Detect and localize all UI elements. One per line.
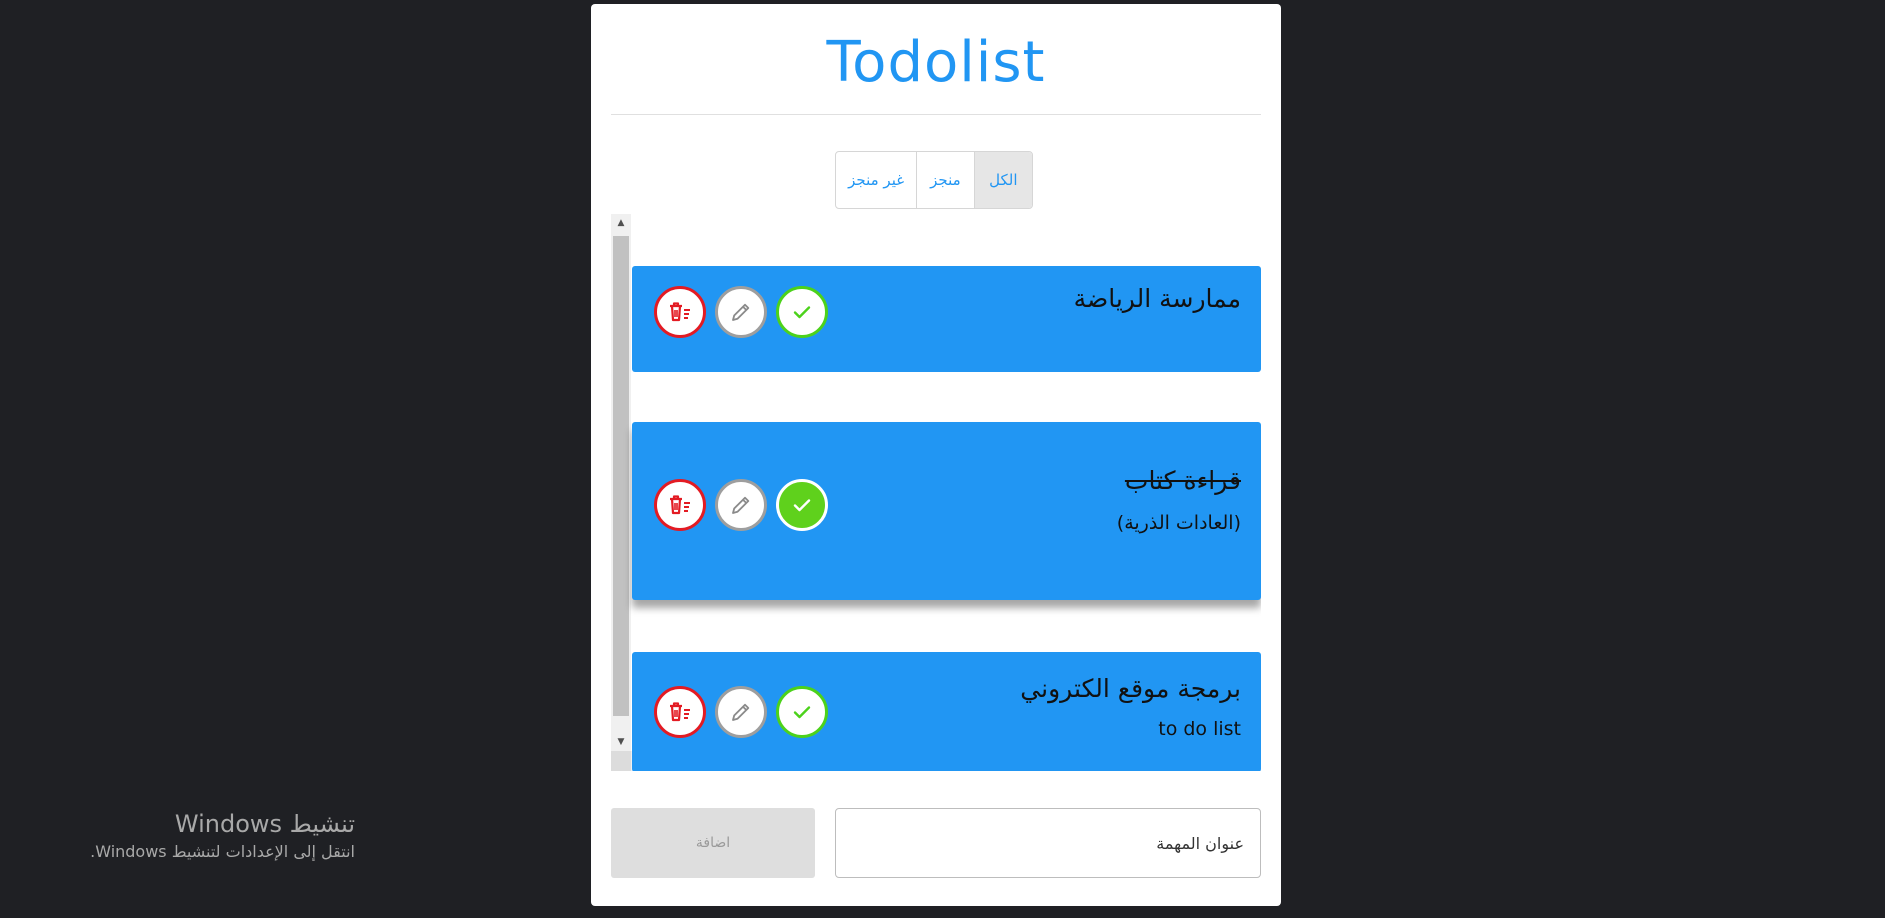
app-title: Todolist — [826, 30, 1046, 95]
task-item: ممارسة الرياضة — [632, 266, 1261, 372]
task-description: to do list — [1158, 718, 1241, 740]
watermark-title: تنشيط Windows — [174, 810, 355, 838]
trash-icon — [670, 302, 690, 322]
task-item: برمجة موقع الكتروني to do list — [632, 652, 1261, 771]
windows-activation-watermark: تنشيط Windows انتقل إلى الإعدادات لتنشيط… — [50, 810, 355, 861]
scroll-down-icon[interactable]: ▼ — [611, 733, 631, 751]
trash-icon — [670, 495, 690, 515]
delete-button[interactable] — [654, 479, 706, 531]
edit-button[interactable] — [715, 479, 767, 531]
task-item: قراءة كتاب (العادات الذرية) — [632, 422, 1261, 600]
vertical-scrollbar[interactable]: ▲ ▼ — [611, 214, 631, 751]
task-list: ▲ ▼ ◀ ▶ ممارسة الرياضة — [611, 214, 1261, 771]
edit-button[interactable] — [715, 286, 767, 338]
trash-icon — [670, 702, 690, 722]
complete-button[interactable] — [776, 686, 828, 738]
watermark-subtitle: انتقل إلى الإعدادات لتنشيط Windows. — [90, 842, 355, 861]
delete-button[interactable] — [654, 686, 706, 738]
scrollbar-corner — [611, 751, 631, 771]
task-title: قراءة كتاب — [1124, 466, 1241, 495]
task-description: (العادات الذرية) — [1116, 512, 1241, 534]
task-title: ممارسة الرياضة — [1073, 284, 1241, 313]
task-title-input[interactable] — [835, 808, 1261, 878]
title-divider — [611, 114, 1261, 115]
pencil-icon — [732, 303, 750, 321]
filter-tabs: الكل منجز غير منجز — [835, 151, 1033, 209]
pencil-icon — [732, 703, 750, 721]
complete-button[interactable] — [776, 286, 828, 338]
tab-not-done[interactable]: غير منجز — [836, 152, 916, 208]
check-icon — [793, 306, 811, 319]
todo-card: Todolist الكل منجز غير منجز ▲ ▼ ◀ ▶ ممار… — [591, 4, 1281, 906]
tab-all[interactable]: الكل — [973, 152, 1032, 208]
scrollbar-thumb[interactable] — [613, 236, 629, 716]
tab-done[interactable]: منجز — [916, 152, 973, 208]
task-title: برمجة موقع الكتروني — [1020, 674, 1241, 703]
add-task-button[interactable]: اضافة — [611, 808, 815, 878]
pencil-icon — [732, 496, 750, 514]
check-icon — [793, 706, 811, 719]
check-icon — [793, 499, 811, 512]
complete-button[interactable] — [776, 479, 828, 531]
delete-button[interactable] — [654, 286, 706, 338]
edit-button[interactable] — [715, 686, 767, 738]
scroll-up-icon[interactable]: ▲ — [611, 214, 631, 232]
